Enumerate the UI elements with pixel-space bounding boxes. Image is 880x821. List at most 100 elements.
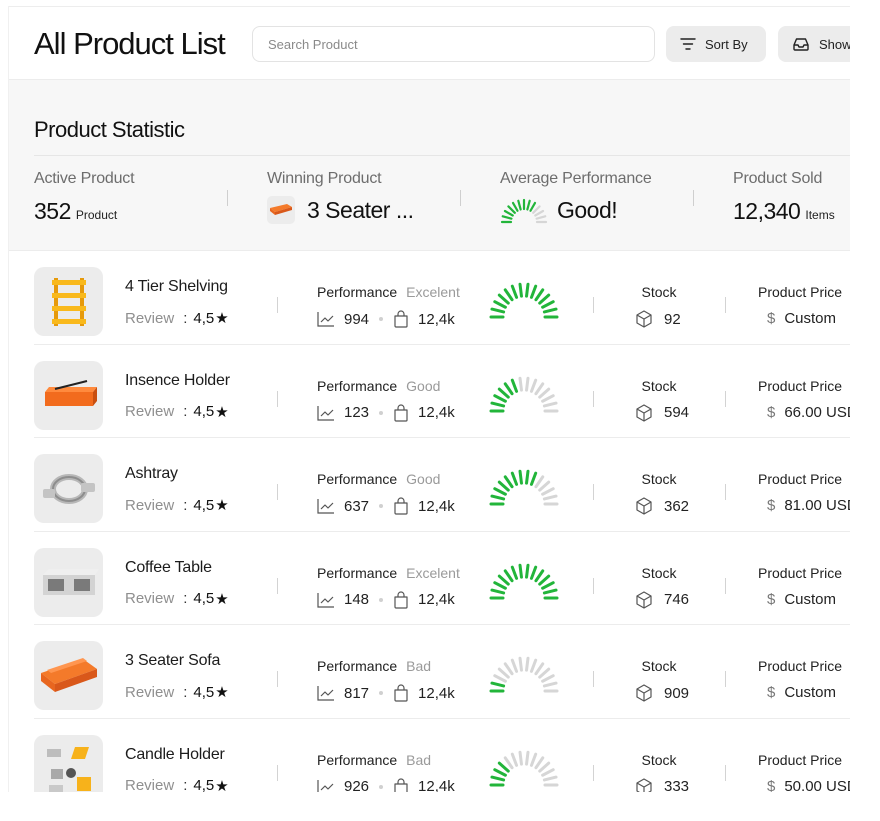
show-button[interactable]: Show <box>778 26 850 62</box>
product-review: Review : 4,5 ★ <box>125 590 229 608</box>
product-row-4[interactable]: Coffee Table Review : 4,5 ★ Performance E… <box>34 532 850 625</box>
gauge-tick <box>497 480 510 492</box>
review-label: Review <box>125 777 175 792</box>
product-name[interactable]: Coffee Table <box>125 559 212 577</box>
gauge-tick <box>534 209 545 217</box>
box-icon <box>635 777 653 792</box>
product-price: $50.00 USD <box>767 778 850 793</box>
bag-value: 12,4k <box>418 591 455 608</box>
candle-holder-image <box>34 734 103 792</box>
performance-gauge <box>489 656 559 693</box>
incense-holder-image <box>34 360 103 430</box>
product-list-page: All Product List Sort By Show Product St… <box>8 6 850 792</box>
gauge-tick <box>542 775 558 781</box>
average-performance-gauge <box>500 198 548 223</box>
star-icon: ★ <box>215 684 229 701</box>
gauge-tick <box>493 487 507 496</box>
product-price: $ Custom <box>767 684 836 701</box>
product-row-6[interactable]: Candle Holder Review : 4,5 ★ Performance… <box>34 719 850 793</box>
product-review: Review : 4,5 ★ <box>125 403 229 421</box>
gauge-tick <box>542 401 558 407</box>
performance-line: Performance Excelent <box>317 284 460 300</box>
product-sold-unit: Items <box>805 208 835 222</box>
product-row-5[interactable]: 3 Seater Sofa Review : 4,5 ★ Performance… <box>34 625 850 719</box>
gauge-tick <box>534 381 545 395</box>
performance-line: Performance Good <box>317 471 440 487</box>
gauge-tick <box>541 300 555 309</box>
filter-lines-icon <box>680 37 696 51</box>
product-name[interactable]: Candle Holder <box>125 746 225 764</box>
gauge-tick <box>497 387 510 399</box>
product-row-1[interactable]: 4 Tier Shelving Review : 4,5 ★ Performan… <box>34 251 850 345</box>
box-icon <box>635 684 653 702</box>
average-performance-label: Average Performance <box>500 170 652 187</box>
review-label: Review <box>125 496 175 514</box>
product-review: Review : 4,5 ★ <box>125 496 229 515</box>
performance-label: Performance <box>317 658 398 674</box>
inbox-icon <box>792 36 810 52</box>
gauge-tick <box>518 376 523 392</box>
stock-value: 909 <box>664 684 690 702</box>
stock-value-group: 333 <box>635 777 689 792</box>
stock-label: Stock <box>641 751 677 768</box>
currency-symbol: $ <box>767 497 776 514</box>
gauge-tick <box>538 761 551 773</box>
product-sold-value: 12,340 <box>733 198 801 224</box>
gauge-tick <box>511 201 519 212</box>
performance-gauge <box>489 750 559 786</box>
gauge-tick <box>490 681 506 688</box>
product-name[interactable]: 3 Seater Sofa <box>125 652 220 670</box>
review-rating: 4,5 <box>193 403 215 420</box>
gauge-tick <box>503 209 514 217</box>
review-label: Review <box>125 683 175 701</box>
winning-product-label: Winning Product <box>267 170 382 187</box>
gauge-tick <box>525 563 530 579</box>
performance-gauge <box>489 282 559 319</box>
price-value: 50.00 USD <box>784 777 850 793</box>
bag-value: 12,4k <box>418 684 455 702</box>
gauge-tick <box>490 307 506 314</box>
product-row-2[interactable]: Insence Holder Review : 4,5 ★ Performanc… <box>34 345 850 438</box>
trend-value: 994 <box>344 310 370 328</box>
gauge-tick <box>529 471 538 486</box>
review-colon: : <box>183 777 188 792</box>
gauge-tick <box>525 376 530 392</box>
review-colon: : <box>183 683 188 701</box>
product-name[interactable]: Ashtray <box>125 465 178 483</box>
product-price: $ Custom <box>767 310 836 327</box>
price-label: Product Price <box>758 377 843 394</box>
gauge-tick <box>503 568 514 582</box>
gauge-tick <box>517 199 522 211</box>
product-name[interactable]: Insence Holder <box>125 372 230 390</box>
performance-value: Bad <box>406 658 432 674</box>
sort-by-button[interactable]: Sort By <box>666 26 766 62</box>
gauge-tick <box>529 658 538 673</box>
stock-value: 746 <box>664 591 690 608</box>
gauge-tick <box>510 284 519 299</box>
gauge-tick <box>538 387 551 399</box>
product-name[interactable]: 4 Tier Shelving <box>125 278 228 296</box>
winning-product-stat: Winning Product 3 Seater ... <box>267 170 414 224</box>
performance-gauge <box>489 376 559 412</box>
gauge-tick <box>518 469 523 485</box>
active-product-label: Active Product <box>34 170 135 187</box>
performance-line: Performance Bad <box>317 752 431 768</box>
performance-line: Performance Bad <box>317 658 431 674</box>
performance-line: Performance Excelent <box>317 565 460 581</box>
trend-up-icon <box>317 592 335 608</box>
gauge-tick <box>497 667 510 679</box>
gauge-tick <box>525 750 530 766</box>
box-icon <box>635 403 653 422</box>
gauge-tick <box>518 656 523 672</box>
price-value: Custom <box>784 590 837 608</box>
search-input[interactable] <box>252 26 655 62</box>
gauge-tick <box>490 401 506 407</box>
stock-value-group: 746 <box>635 590 690 609</box>
performance-label: Performance <box>317 564 398 581</box>
page-title: All Product List <box>34 26 226 61</box>
bag-value: 12,4k <box>418 778 455 792</box>
review-rating: 4,5 <box>193 777 215 792</box>
product-row-3[interactable]: Ashtray Review : 4,5 ★ Performance Good 6… <box>34 438 850 532</box>
performance-value: Good <box>406 471 441 487</box>
gauge-tick <box>503 288 514 302</box>
